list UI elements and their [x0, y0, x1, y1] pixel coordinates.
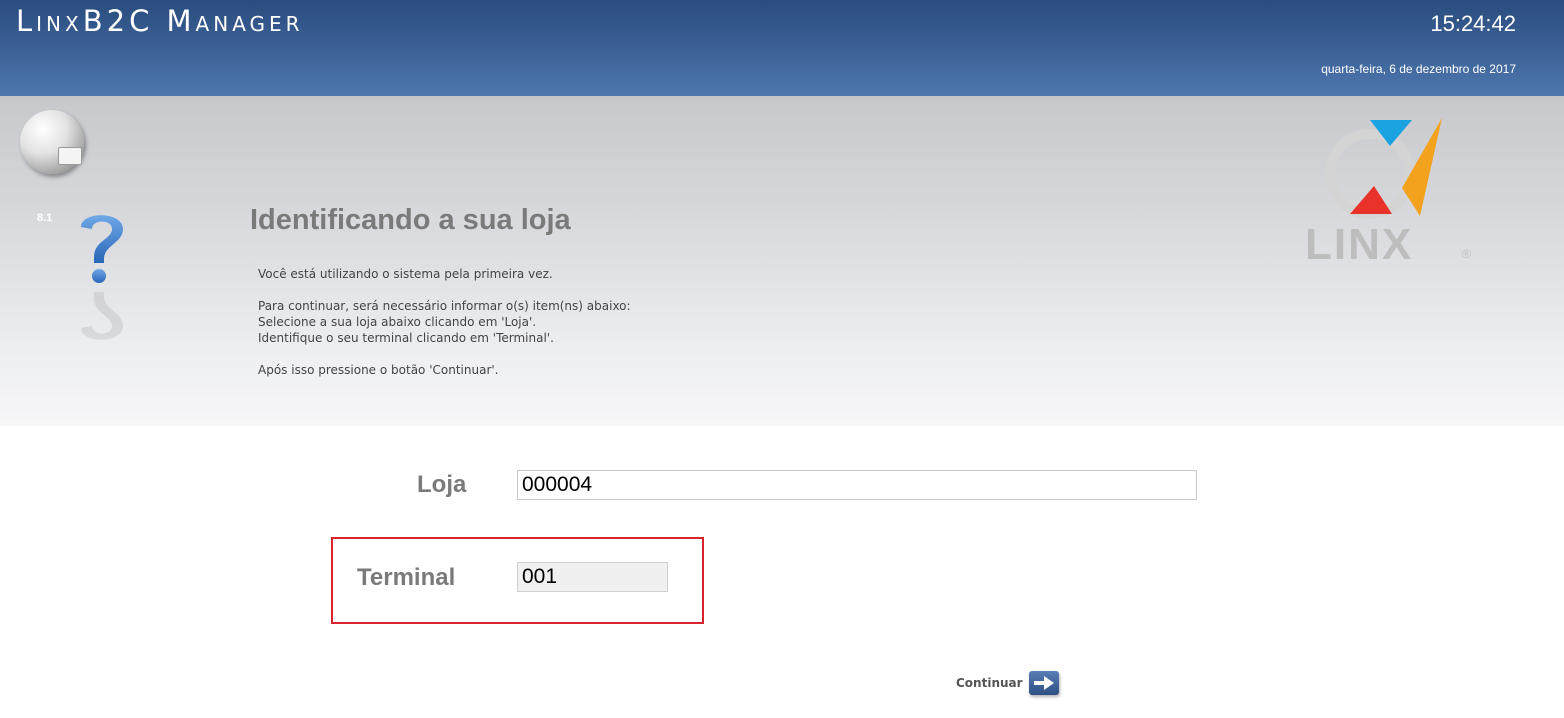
arrow-right-icon[interactable]: [1028, 671, 1059, 695]
app-title: LinxB2C Manager: [16, 4, 304, 38]
question-mark-icon[interactable]: [72, 205, 132, 295]
current-date: quarta-feira, 6 de dezembro de 2017: [1321, 62, 1516, 76]
instruction-line: Para continuar, será necessário informar…: [258, 299, 631, 313]
instruction-line: Após isso pressione o botão 'Continuar'.: [258, 363, 499, 377]
page-title: Identificando a sua loja: [250, 204, 571, 236]
registered-mark: ®: [1462, 247, 1471, 261]
terminal-input[interactable]: [517, 562, 668, 592]
loja-label: Loja: [417, 471, 467, 498]
instruction-line: Selecione a sua loja abaixo clicando em …: [258, 315, 537, 329]
terminal-label: Terminal: [357, 564, 456, 591]
globe-badge-icon: [58, 147, 82, 165]
instruction-line: Identifique o seu terminal clicando em '…: [258, 331, 554, 345]
continue-button[interactable]: Continuar: [956, 671, 1059, 695]
question-mark-reflection-icon: [81, 292, 123, 340]
loja-input[interactable]: [517, 470, 1197, 500]
app-header: LinxB2C Manager 15:24:42 quarta-feira, 6…: [0, 0, 1564, 96]
continue-label: Continuar: [956, 676, 1023, 690]
linx-logo-text: LINX: [1305, 220, 1414, 269]
instructions: Você está utilizando o sistema pela prim…: [258, 266, 631, 378]
version-label: 8.1: [37, 212, 53, 224]
instruction-line: Você está utilizando o sistema pela prim…: [258, 267, 553, 281]
clock: 15:24:42: [1430, 11, 1516, 36]
